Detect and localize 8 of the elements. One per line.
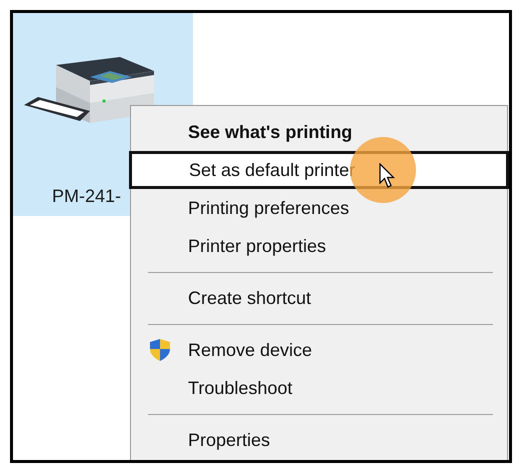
menu-item[interactable]: Troubleshoot: [131, 369, 507, 407]
menu-item[interactable]: Properties: [131, 421, 507, 459]
cursor-icon: [379, 163, 395, 189]
menu-item[interactable]: Remove device: [131, 331, 507, 369]
device-label: PM-241-: [52, 187, 122, 205]
menu-item[interactable]: Create shortcut: [131, 279, 507, 317]
menu-item[interactable]: Printer properties: [131, 227, 507, 265]
shield-icon: [149, 338, 171, 362]
